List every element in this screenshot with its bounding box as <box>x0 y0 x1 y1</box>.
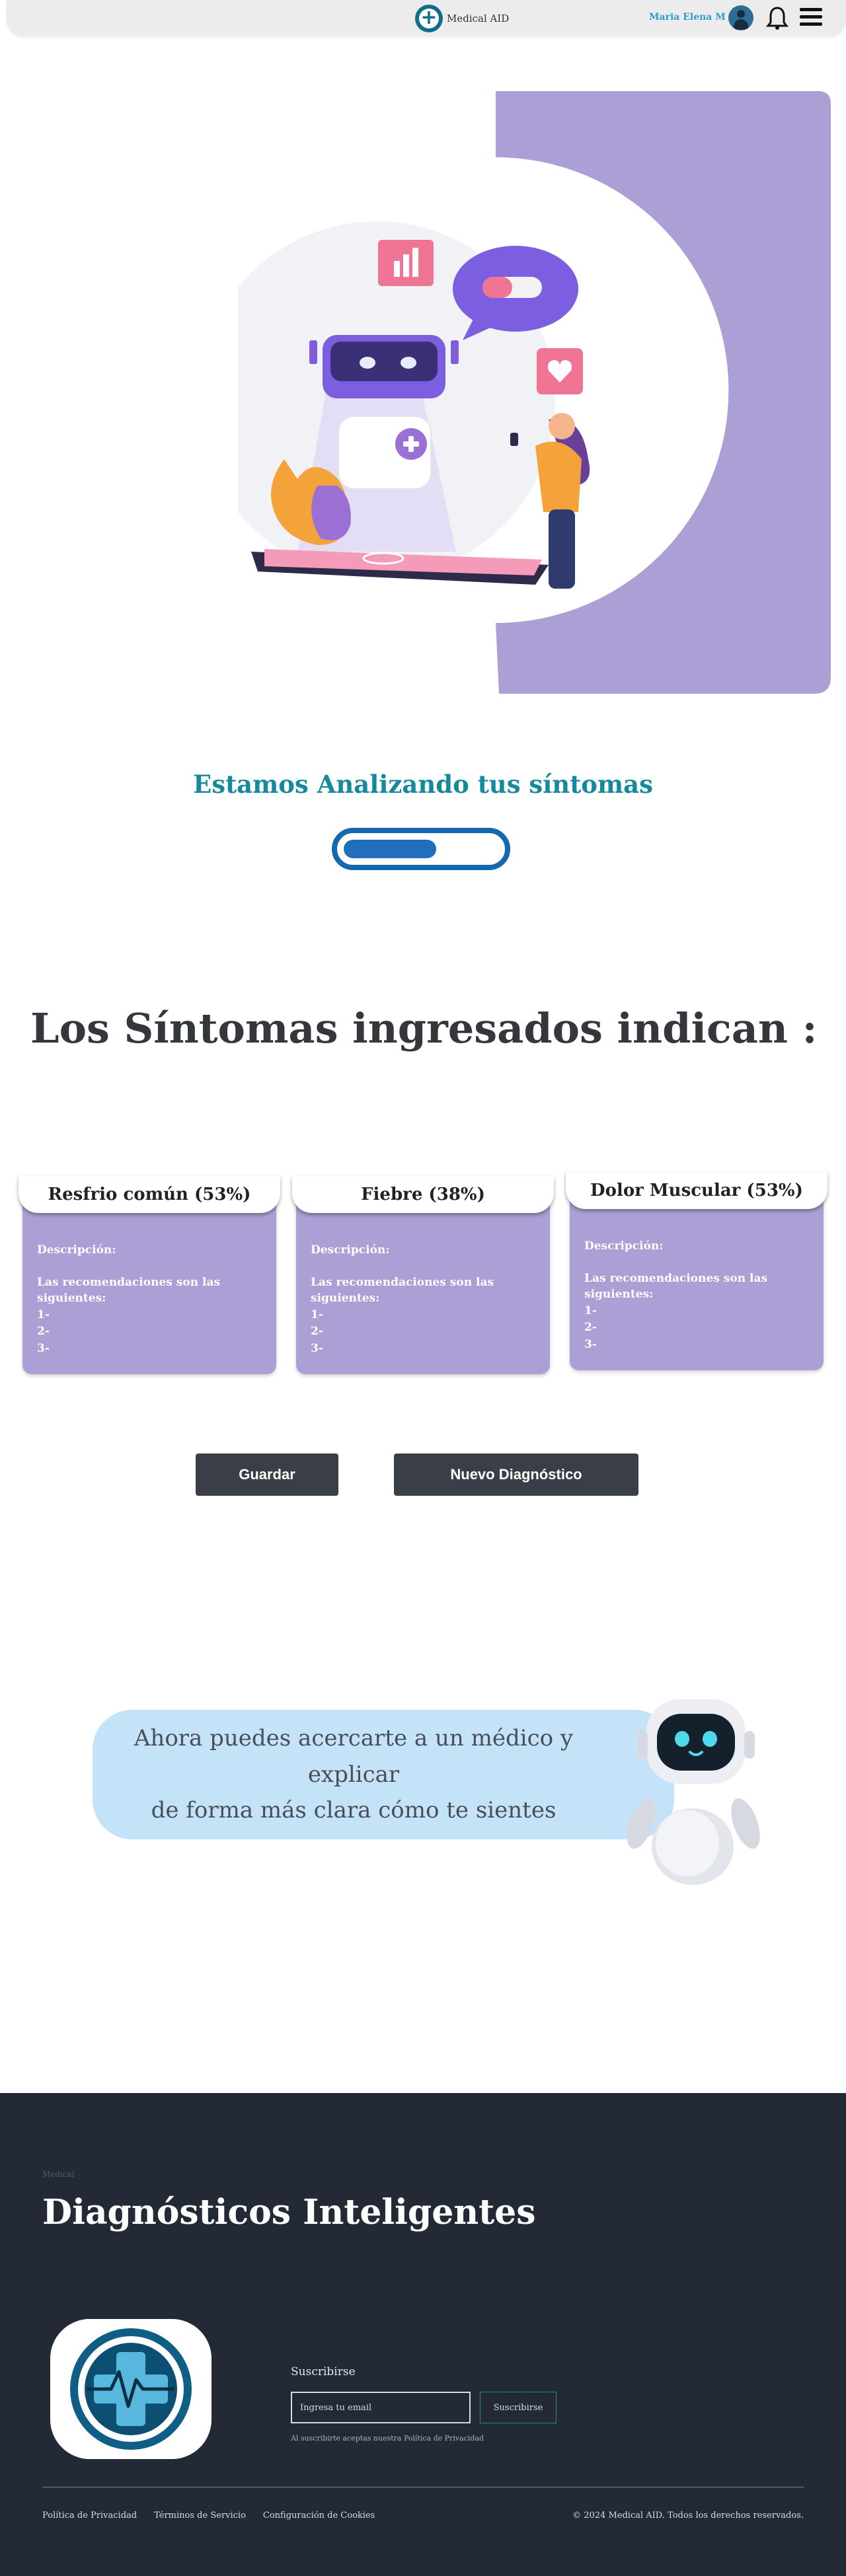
card-title: Fiebre (38%) <box>292 1176 554 1213</box>
progress-fill <box>344 840 436 858</box>
description-label: Descripción: <box>311 1243 390 1257</box>
robot-mascot-icon <box>627 1699 760 1885</box>
card-body: Descripción: Las recomendaciones son las… <box>570 1184 824 1370</box>
hamburger-menu-icon[interactable] <box>800 8 822 28</box>
subscribe-button[interactable]: Suscribirse <box>480 2392 557 2423</box>
footer-eyebrow: Medical <box>42 2170 75 2179</box>
recommendation-item: 3- <box>584 1337 597 1351</box>
site-footer: Medical Diagnósticos Inteligentes Suscri… <box>0 2093 846 2576</box>
save-button[interactable]: Guardar <box>196 1454 338 1496</box>
doctor-tip-banner: Ahora puedes acercarte a un médico y exp… <box>93 1710 674 1839</box>
diagnosis-card[interactable]: Descripción: Las recomendaciones son las… <box>292 1176 554 1374</box>
user-avatar-icon[interactable] <box>728 5 753 30</box>
analysis-status: Estamos Analizando tus síntomas <box>193 770 653 799</box>
brand-name: Medical AID <box>447 12 510 24</box>
brand[interactable]: Medical AID <box>415 3 509 33</box>
description-label: Descripción: <box>37 1243 116 1257</box>
privacy-policy-link[interactable]: Política de Privacidad <box>42 2511 137 2521</box>
card-title: Resfrio común (53%) <box>19 1176 280 1213</box>
diagnosis-card[interactable]: Descripción: Las recomendaciones son las… <box>19 1176 280 1374</box>
medical-ai-logo-icon <box>50 2319 212 2459</box>
recommendation-item: 2- <box>311 1325 323 1339</box>
subscribe-label: Suscribirse <box>291 2365 356 2378</box>
recommendation-item: 3- <box>311 1341 323 1355</box>
page: Medical AID Maria Elena M <box>0 0 846 2576</box>
results-title: Los Síntomas ingresados indican : <box>30 1004 818 1052</box>
analysis-progress-bar <box>332 828 510 870</box>
medical-cross-logo-icon <box>415 4 443 32</box>
ai-health-robot-illustration <box>238 91 831 694</box>
cookie-settings-link[interactable]: Configuración de Cookies <box>263 2511 375 2521</box>
bell-icon[interactable] <box>765 5 789 30</box>
email-input[interactable] <box>291 2392 471 2423</box>
diagnosis-card[interactable]: Descripción: Las recomendaciones son las… <box>566 1172 827 1370</box>
terms-link[interactable]: Términos de Servicio <box>154 2511 246 2521</box>
recommendation-item: 3- <box>37 1341 50 1355</box>
recommendations-label: Las recomendaciones son las siguientes: <box>37 1276 221 1305</box>
copyright: © 2024 Medical AID. Todos los derechos r… <box>572 2511 804 2521</box>
recommendation-item: 2- <box>37 1325 50 1339</box>
recommendation-item: 1- <box>584 1304 597 1317</box>
subscribe-note: Al suscribirte aceptas nuestra Política … <box>291 2434 484 2443</box>
banner-line-1: Ahora puedes acercarte a un médico y exp… <box>134 1725 574 1788</box>
description-label: Descripción: <box>584 1239 664 1253</box>
recommendations-label: Las recomendaciones son las siguientes: <box>311 1276 494 1305</box>
new-diagnosis-button[interactable]: Nuevo Diagnóstico <box>394 1454 638 1496</box>
user-name[interactable]: Maria Elena M <box>649 12 726 22</box>
recommendation-item: 1- <box>37 1307 50 1321</box>
recommendation-item: 1- <box>311 1307 323 1321</box>
footer-title: Diagnósticos Inteligentes <box>42 2192 536 2232</box>
footer-links: Política de Privacidad Términos de Servi… <box>42 2511 375 2521</box>
recommendation-item: 2- <box>584 1321 597 1335</box>
top-navbar: Medical AID Maria Elena M <box>7 0 846 36</box>
banner-line-2: de forma más clara cómo te sientes <box>151 1797 557 1824</box>
recommendations-label: Las recomendaciones son las siguientes: <box>584 1272 768 1301</box>
card-body: Descripción: Las recomendaciones son las… <box>296 1188 550 1374</box>
card-body: Descripción: Las recomendaciones son las… <box>22 1188 276 1374</box>
card-title: Dolor Muscular (53%) <box>566 1172 827 1209</box>
